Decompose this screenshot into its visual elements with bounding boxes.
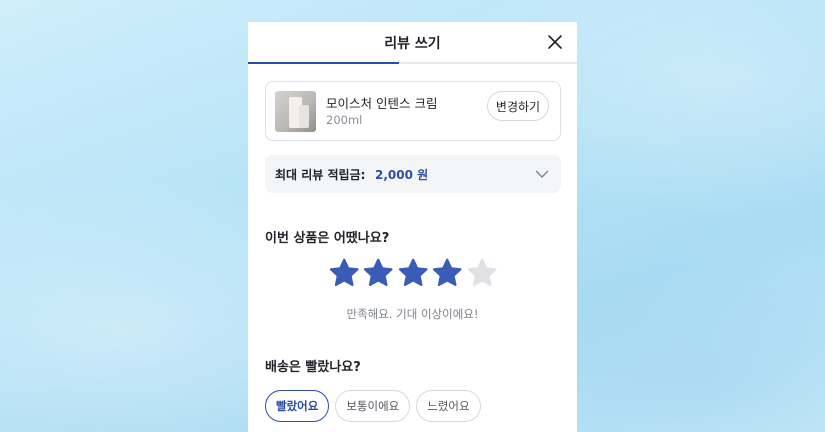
review-sheet: 리뷰 쓰기 모이스처 인텐스 크림 200ml 변경하기 최대 리뷰 적립금: … — [248, 22, 577, 432]
product-name: 모이스처 인텐스 크림 — [326, 96, 438, 111]
delivery-option-chip[interactable]: 느렸어요 — [416, 390, 481, 422]
delivery-options: 빨랐어요 보통이에요 느렸어요 — [265, 390, 481, 422]
star-icon[interactable] — [362, 257, 394, 290]
star-icon[interactable] — [431, 257, 463, 290]
rating-question: 이번 상품은 어땠나요? — [265, 231, 390, 246]
reward-amount: 2,000 원 — [375, 168, 429, 182]
close-icon — [548, 35, 562, 49]
delivery-option-chip[interactable]: 빨랐어요 — [265, 390, 330, 422]
header-progress-indicator — [248, 62, 399, 64]
star-icon[interactable] — [397, 257, 429, 290]
reward-bar[interactable]: 최대 리뷰 적립금: 2,000 원 — [265, 155, 561, 193]
rating-description: 만족해요. 기대 이상이에요! — [346, 307, 479, 321]
star-icon[interactable] — [466, 257, 498, 290]
delivery-option-chip[interactable]: 보통이에요 — [335, 390, 411, 422]
page-title: 리뷰 쓰기 — [384, 36, 441, 52]
close-button[interactable] — [547, 34, 563, 50]
delivery-question: 배송은 빨랐나요? — [265, 360, 361, 375]
sheet-header: 리뷰 쓰기 — [248, 22, 577, 64]
product-thumbnail — [275, 91, 316, 132]
change-product-button[interactable]: 변경하기 — [487, 91, 549, 121]
star-rating — [328, 257, 498, 291]
star-icon[interactable] — [328, 257, 360, 290]
reward-label: 최대 리뷰 적립금: — [275, 168, 366, 182]
chevron-down-icon[interactable] — [535, 167, 549, 181]
product-size: 200ml — [326, 113, 363, 127]
product-card: 모이스처 인텐스 크림 200ml 변경하기 — [265, 81, 561, 141]
